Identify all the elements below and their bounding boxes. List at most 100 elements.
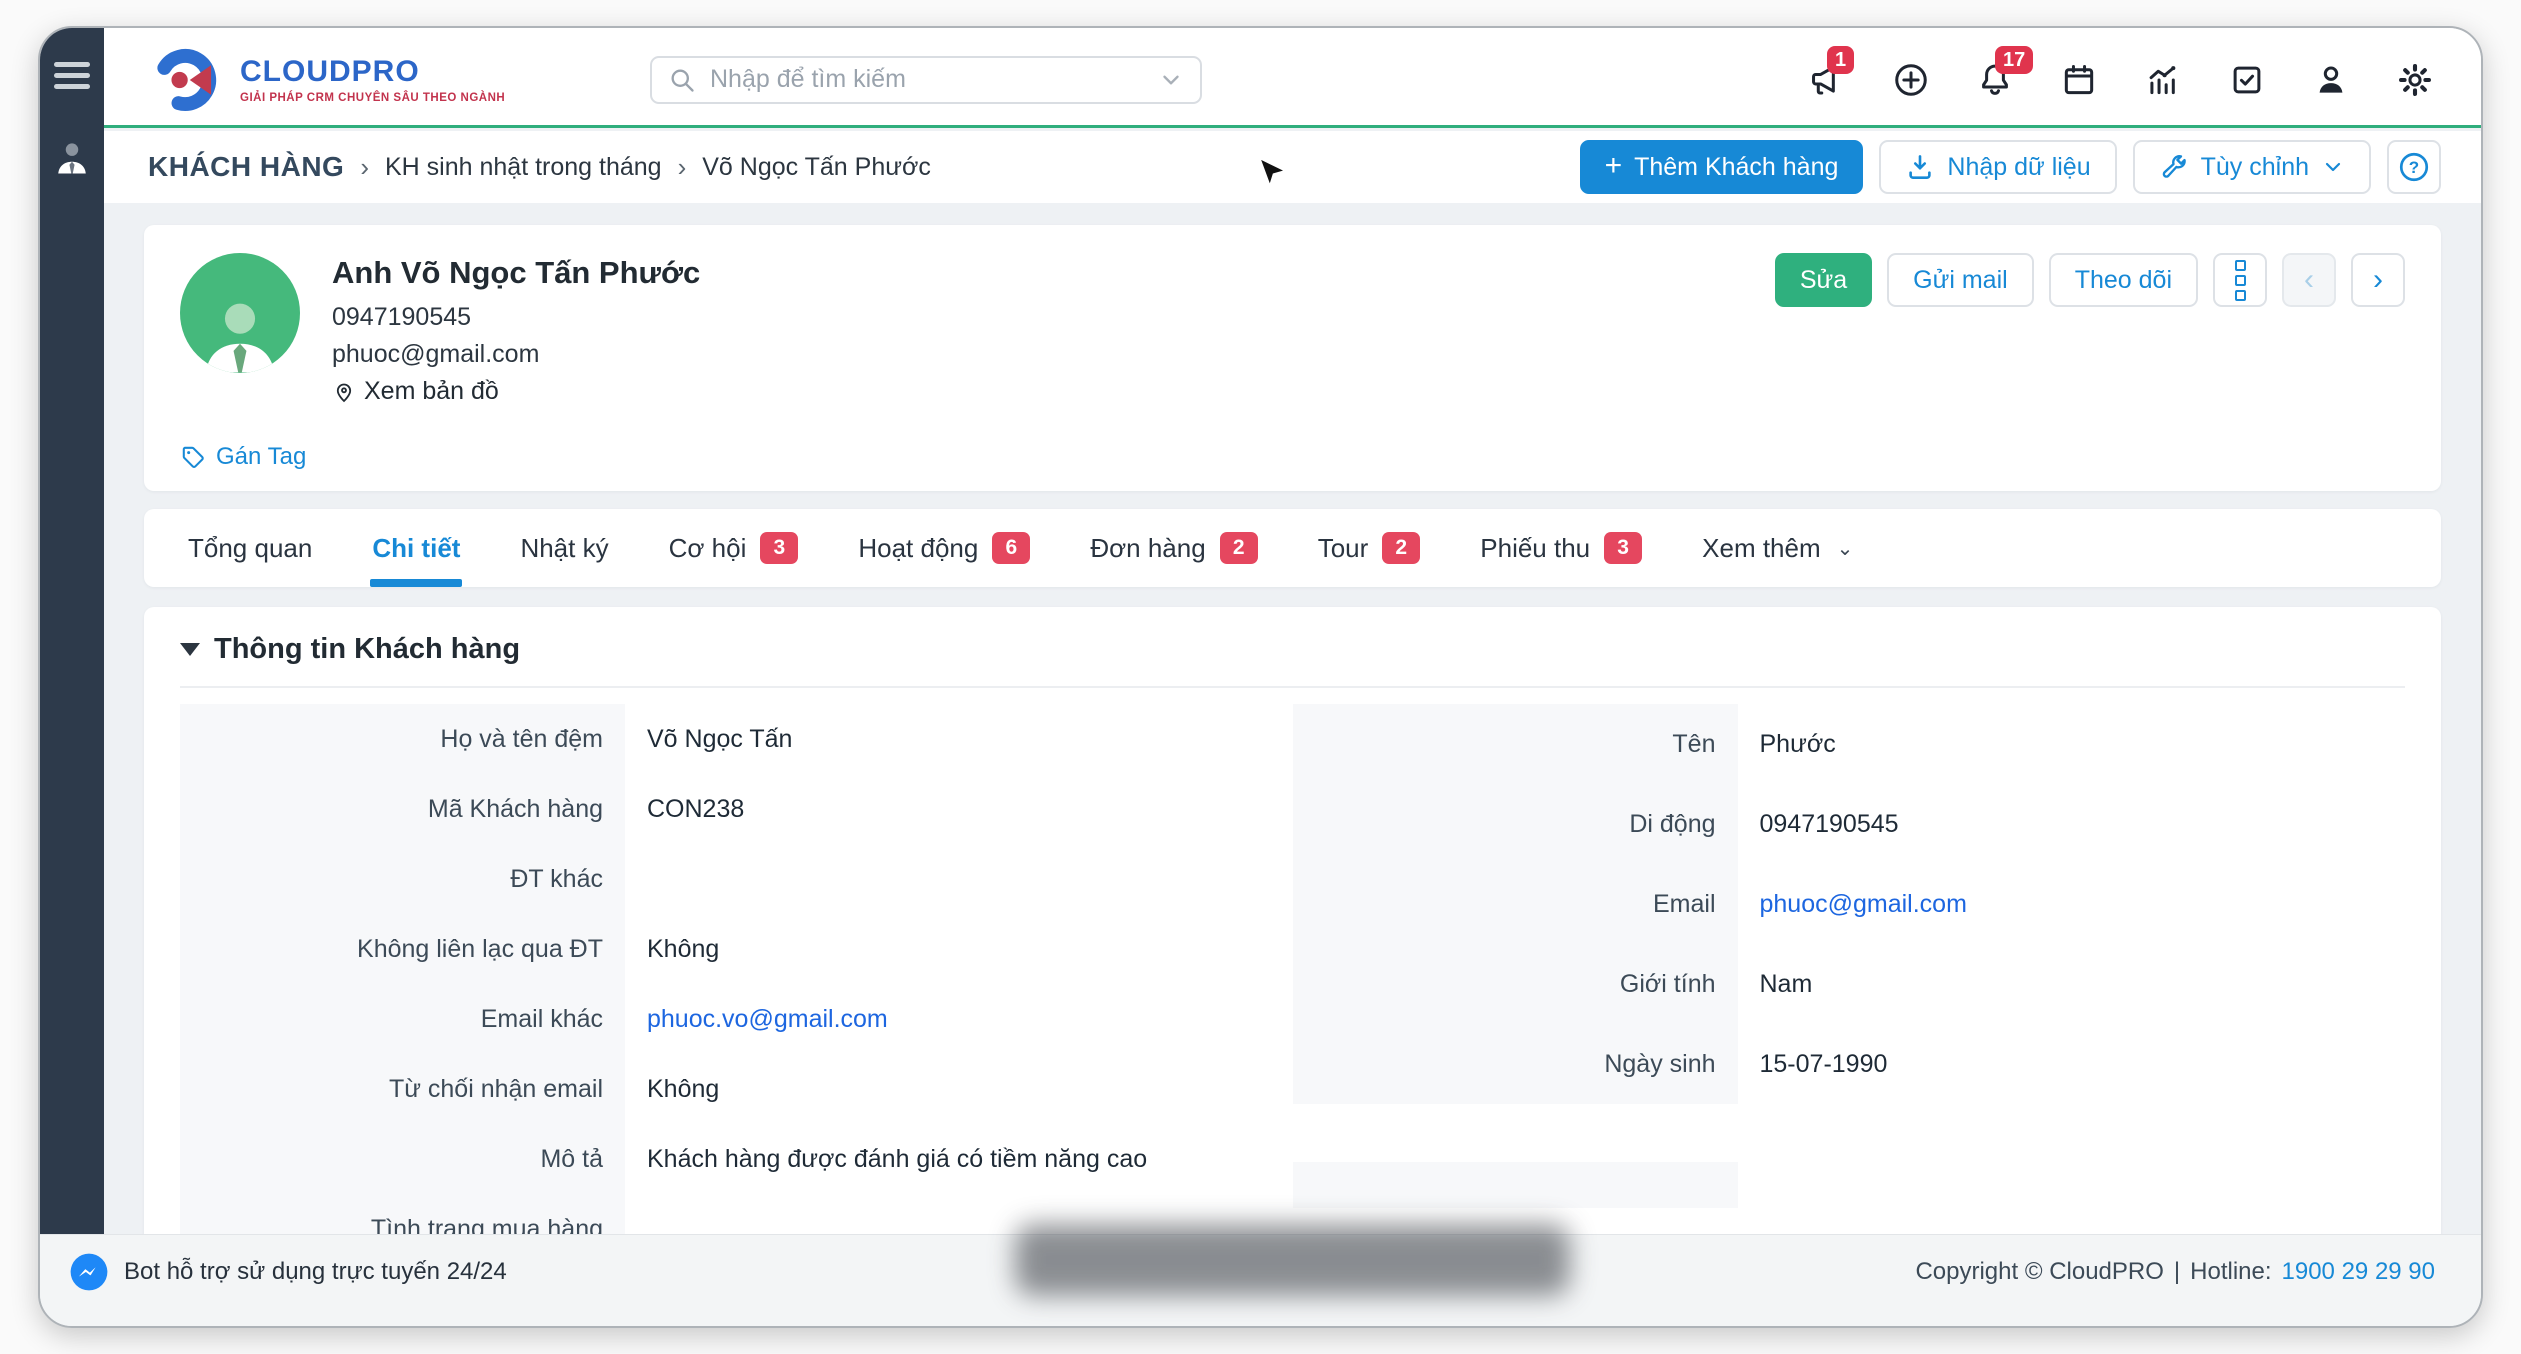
tag-icon bbox=[180, 444, 206, 470]
hamburger-menu-icon[interactable] bbox=[54, 56, 90, 95]
import-data-button[interactable]: Nhập dữ liệu bbox=[1879, 140, 2116, 194]
tasks-button[interactable] bbox=[2225, 58, 2269, 102]
chevron-down-icon[interactable] bbox=[1158, 67, 1184, 93]
customer-phone: 0947190545 bbox=[332, 303, 2405, 332]
tab-tour[interactable]: Tour 2 bbox=[1288, 509, 1451, 587]
messenger-icon bbox=[68, 1251, 110, 1293]
chevron-down-icon: ⌄ bbox=[1837, 536, 1854, 561]
top-icon-group: 1 17 bbox=[1805, 58, 2437, 102]
reports-button[interactable] bbox=[2141, 58, 2185, 102]
add-customer-label: Thêm Khách hàng bbox=[1634, 153, 1838, 182]
notifications-button[interactable]: 17 bbox=[1973, 58, 2017, 102]
record-tabs: Tổng quan Chi tiết Nhật ký Cơ hội 3 Hoạt… bbox=[144, 509, 2441, 587]
field-value-email-link[interactable]: phuoc@gmail.com bbox=[1738, 864, 2406, 944]
field-label: Di động bbox=[1293, 784, 1738, 864]
edit-label: Sửa bbox=[1800, 266, 1847, 295]
field-label: Tình trạng mua hàng bbox=[180, 1194, 625, 1234]
next-record-button[interactable]: › bbox=[2351, 253, 2405, 307]
blurred-overlay bbox=[1015, 1224, 1570, 1296]
field-value: Không bbox=[625, 914, 1293, 984]
profile-button[interactable] bbox=[2309, 58, 2353, 102]
field-row: Giới tính Nam bbox=[1293, 944, 2406, 1024]
quick-add-button[interactable] bbox=[1889, 58, 1933, 102]
search-input[interactable] bbox=[708, 64, 1158, 95]
send-mail-label: Gửi mail bbox=[1913, 266, 2008, 295]
field-row: Di động 0947190545 bbox=[1293, 784, 2406, 864]
add-customer-button[interactable]: + Thêm Khách hàng bbox=[1580, 140, 1864, 194]
field-label: Họ và tên đệm bbox=[180, 704, 625, 774]
breadcrumb-bar: KHÁCH HÀNG › KH sinh nhật trong tháng › … bbox=[104, 131, 2481, 203]
logo-title: CLOUDPRO bbox=[240, 55, 505, 89]
cloudpro-logo-icon bbox=[150, 43, 224, 117]
tab-don-hang[interactable]: Đơn hàng 2 bbox=[1060, 509, 1287, 587]
customer-summary-card: Anh Võ Ngọc Tấn Phước 0947190545 phuoc@g… bbox=[144, 225, 2441, 491]
section-header[interactable]: Thông tin Khách hàng bbox=[180, 633, 2405, 688]
breadcrumb-record[interactable]: Võ Ngọc Tấn Phước bbox=[702, 153, 931, 182]
tab-label: Tour bbox=[1318, 533, 1369, 564]
help-button[interactable]: ? bbox=[2387, 140, 2441, 194]
field-label: Không liên lạc qua ĐT bbox=[180, 914, 625, 984]
analytics-icon bbox=[2144, 61, 2182, 99]
tab-label: Phiếu thu bbox=[1480, 533, 1590, 564]
chevron-down-icon bbox=[2321, 155, 2345, 179]
send-mail-button[interactable]: Gửi mail bbox=[1887, 253, 2034, 307]
assign-tag-link[interactable]: Gán Tag bbox=[180, 443, 306, 471]
row-spacer bbox=[1293, 1104, 2406, 1162]
follow-button[interactable]: Theo dõi bbox=[2049, 253, 2198, 307]
collapse-triangle-icon bbox=[180, 643, 200, 656]
next-row-stub bbox=[1293, 1162, 1738, 1208]
plus-icon: + bbox=[1605, 151, 1623, 181]
field-value: 15-07-1990 bbox=[1738, 1024, 2406, 1104]
tab-co-hoi[interactable]: Cơ hội 3 bbox=[639, 509, 829, 587]
field-value-email-link[interactable]: phuoc.vo@gmail.com bbox=[625, 984, 1293, 1054]
breadcrumb-module[interactable]: KHÁCH HÀNG bbox=[148, 151, 344, 183]
follow-label: Theo dõi bbox=[2075, 266, 2172, 295]
view-map-label: Xem bản đồ bbox=[364, 377, 499, 406]
customize-label: Tùy chỉnh bbox=[2201, 153, 2309, 182]
logo-tagline: GIẢI PHÁP CRM CHUYÊN SÂU THEO NGÀNH bbox=[240, 92, 505, 104]
field-value: Không bbox=[625, 1054, 1293, 1124]
active-tab-underline bbox=[370, 579, 462, 587]
calendar-icon bbox=[2060, 61, 2098, 99]
hotline-number[interactable]: 1900 29 29 90 bbox=[2282, 1258, 2435, 1286]
tab-tong-quan[interactable]: Tổng quan bbox=[158, 509, 342, 587]
tab-count-badge: 3 bbox=[760, 532, 798, 564]
calendar-button[interactable] bbox=[2057, 58, 2101, 102]
cloudpro-logo[interactable]: CLOUDPRO GIẢI PHÁP CRM CHUYÊN SÂU THEO N… bbox=[150, 43, 650, 117]
tab-hoat-dong[interactable]: Hoạt động 6 bbox=[828, 509, 1060, 587]
tab-phieu-thu[interactable]: Phiếu thu 3 bbox=[1450, 509, 1672, 587]
download-icon bbox=[1905, 152, 1935, 182]
avatar[interactable] bbox=[180, 253, 300, 373]
field-label: Tên bbox=[1293, 704, 1738, 784]
view-map-link[interactable]: Xem bản đồ bbox=[332, 377, 2405, 406]
gear-icon bbox=[2396, 61, 2434, 99]
global-search[interactable] bbox=[650, 56, 1202, 104]
copyright-text: Copyright © CloudPRO bbox=[1915, 1258, 2163, 1286]
previous-record-button[interactable]: ‹ bbox=[2282, 253, 2336, 307]
settings-button[interactable] bbox=[2393, 58, 2437, 102]
field-row: ĐT khác bbox=[180, 844, 1293, 914]
map-pin-icon bbox=[332, 380, 356, 404]
customize-button[interactable]: Tùy chỉnh bbox=[2133, 140, 2371, 194]
field-row: Từ chối nhận email Không bbox=[180, 1054, 1293, 1124]
tab-label: Cơ hội bbox=[669, 533, 747, 564]
kebab-icon bbox=[2235, 260, 2246, 301]
avatar-person-icon bbox=[197, 293, 283, 373]
edit-button[interactable]: Sửa bbox=[1775, 253, 1872, 307]
tab-xem-them[interactable]: Xem thêm ⌄ bbox=[1672, 509, 1883, 587]
more-options-button[interactable] bbox=[2213, 253, 2267, 307]
chevron-right-icon: › bbox=[2373, 265, 2383, 295]
main-content: Anh Võ Ngọc Tấn Phước 0947190545 phuoc@g… bbox=[104, 203, 2481, 1234]
sidebar-item-customers[interactable] bbox=[50, 135, 94, 179]
field-value: CON238 bbox=[625, 774, 1293, 844]
help-icon: ? bbox=[2397, 150, 2431, 184]
announcement-button[interactable]: 1 bbox=[1805, 58, 1849, 102]
tab-label: Đơn hàng bbox=[1090, 533, 1205, 564]
tab-chi-tiet[interactable]: Chi tiết bbox=[342, 509, 490, 587]
tab-nhat-ky[interactable]: Nhật ký bbox=[490, 509, 638, 587]
contact-person-icon bbox=[50, 135, 94, 179]
field-label: Mô tả bbox=[180, 1124, 625, 1194]
app-window: CLOUDPRO GIẢI PHÁP CRM CHUYÊN SÂU THEO N… bbox=[38, 26, 2483, 1328]
breadcrumb-list-view[interactable]: KH sinh nhật trong tháng bbox=[385, 153, 662, 182]
support-bot-link[interactable]: Bot hỗ trợ sử dụng trực tuyến 24/24 bbox=[68, 1251, 507, 1293]
